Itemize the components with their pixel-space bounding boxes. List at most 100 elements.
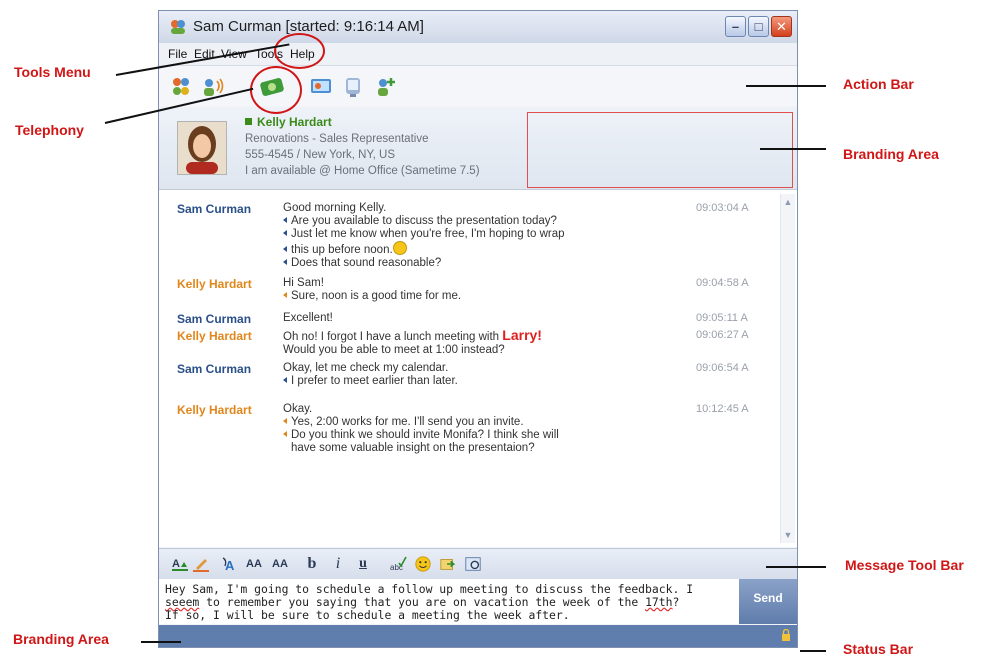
message-line-text: Sure, noon is a good time for me. [291,290,462,302]
font-color-icon[interactable]: A [171,555,189,573]
message-time: 09:06:54 A [696,362,749,374]
bullet-icon [283,418,287,424]
bullet-icon [283,259,287,265]
branding-area-box [527,112,793,188]
menu-file[interactable]: File [168,47,187,61]
message-sender: Sam Curman [177,312,252,326]
close-button[interactable]: ✕ [771,16,792,37]
message-line: Oh no! I forgot I have a lunch meeting w… [283,327,542,344]
transcript-scrollbar[interactable]: ▲ ▼ [780,194,795,543]
title-bar[interactable]: Sam Curman [started: 9:16:14 AM] – □ ✕ [159,11,797,44]
highlight-pen-icon[interactable] [192,555,210,573]
whiteboard-icon[interactable] [341,75,365,99]
message-time: 09:05:11 A [696,312,748,324]
scroll-down-icon[interactable]: ▼ [783,530,793,540]
maximize-icon: □ [754,19,763,34]
status-bar [159,625,797,647]
message-line-text: Do you think we should invite Monifa? I … [291,429,559,441]
contact-name-text: Kelly Hardart [257,115,332,129]
bottom-branding-pointer-line [141,641,181,643]
window-title: Sam Curman [started: 9:16:14 AM] [193,18,424,35]
message-line-text: Yes, 2:00 works for me. I'll send you an… [291,416,524,428]
message-time: 09:03:04 A [696,202,749,214]
compose-line: to remember you saying that you are on v… [199,595,646,609]
message-body: Okay. Yes, 2:00 works for me. I'll send … [283,403,559,455]
message-line: I prefer to meet earlier than later. [283,375,458,388]
bullet-icon [283,377,287,383]
action-bar-label: Action Bar [843,76,914,92]
screen-share-icon[interactable] [309,75,333,99]
status-bar-label: Status Bar [843,641,914,657]
bullet-icon [283,230,287,236]
message-line-text: Does that sound reasonable? [291,257,442,269]
message-body: Excellent! [283,312,333,325]
message-body: Oh no! I forgot I have a lunch meeting w… [283,327,542,357]
message-line: Sure, noon is a good time for me. [283,290,461,303]
font-larger-button[interactable]: AA [243,555,265,573]
minimize-button[interactable]: – [725,16,746,37]
message-line: Does that sound reasonable? [283,257,565,270]
message-line: Just let me know when you're free, I'm h… [283,228,565,241]
emoticon-icon[interactable] [413,555,433,573]
compose-line: ? [672,595,680,609]
contact-name[interactable]: Kelly Hardart [245,115,332,129]
contact-avatar [177,121,227,175]
message-input-text[interactable]: Hey Sam, I'm going to schedule a follow … [165,583,735,622]
lock-icon [782,629,790,641]
status-bar-pointer-line [800,650,826,652]
message-line-text: Are you available to discuss the present… [291,215,557,227]
message-sender: Kelly Hardart [177,329,252,343]
italic-button[interactable]: i [331,555,345,573]
message-line: Yes, 2:00 works for me. I'll send you an… [283,416,559,429]
misspelled-word: seeem [165,595,200,609]
message-line: Okay. [283,403,313,415]
message-toolbar-label: Message Tool Bar [845,557,964,573]
contact-phone-location: 555-4545 / New York, NY, US [245,149,396,161]
message-line-text: this up before noon. [291,244,393,256]
send-button[interactable]: Send [739,579,797,624]
message-sender: Sam Curman [177,202,252,216]
font-style-icon[interactable]: A [221,555,239,573]
message-toolbar-pointer-line [766,566,826,568]
bullet-icon [283,217,287,223]
online-status-icon [245,118,252,125]
font-smaller-button[interactable]: AA [269,555,291,573]
tools-menu-highlight-circle [274,33,325,69]
send-file-icon[interactable] [438,555,458,573]
chat-window: Sam Curman [started: 9:16:14 AM] – □ ✕ F… [158,10,798,648]
maximize-button[interactable]: □ [748,16,769,37]
message-line: Okay, let me check my calendar. [283,362,449,374]
scroll-up-icon[interactable]: ▲ [783,197,793,207]
branding-area-label: Branding Area [843,146,939,162]
invite-others-icon[interactable] [169,75,193,99]
misspelled-word: 17th [645,595,673,609]
svg-text:A: A [225,558,235,573]
svg-text:abc: abc [390,563,403,572]
underline-button[interactable]: u [356,555,370,573]
message-line: Hi Sam! [283,277,324,289]
message-input[interactable]: Hey Sam, I'm going to schedule a follow … [159,579,739,624]
contact-title: Renovations - Sales Representative [245,133,429,145]
message-line: Excellent! [283,312,333,324]
action-bar-pointer-line [746,85,826,87]
add-contact-icon[interactable] [373,75,397,99]
message-line-text: Oh no! I forgot I have a lunch meeting w… [283,331,500,343]
message-line-text: I prefer to meet earlier than later. [291,375,458,387]
contact-status-message: I am available @ Home Office (Sametime 7… [245,165,480,177]
spell-check-icon[interactable]: abc [389,555,407,573]
highlighted-name: Larry! [502,327,542,343]
contact-header: Kelly Hardart Renovations - Sales Repres… [159,107,797,190]
message-sender: Sam Curman [177,362,252,376]
compose-line: Hey Sam, I'm going to schedule a follow … [165,582,694,596]
screen-capture-icon[interactable] [463,555,483,573]
bullet-icon [283,246,287,252]
message-time: 10:12:45 A [696,403,749,415]
message-toolbar: A A AA AA b i u abc [159,548,797,580]
message-line: Would you be able to meet at 1:00 instea… [283,344,505,356]
message-line: this up before noon. [283,241,565,257]
svg-text:A: A [172,558,180,570]
bottom-branding-area-label: Branding Area [13,631,109,647]
message-line: Are you available to discuss the present… [283,215,565,228]
sametime-people-icon [171,20,185,34]
bold-button[interactable]: b [305,555,319,573]
